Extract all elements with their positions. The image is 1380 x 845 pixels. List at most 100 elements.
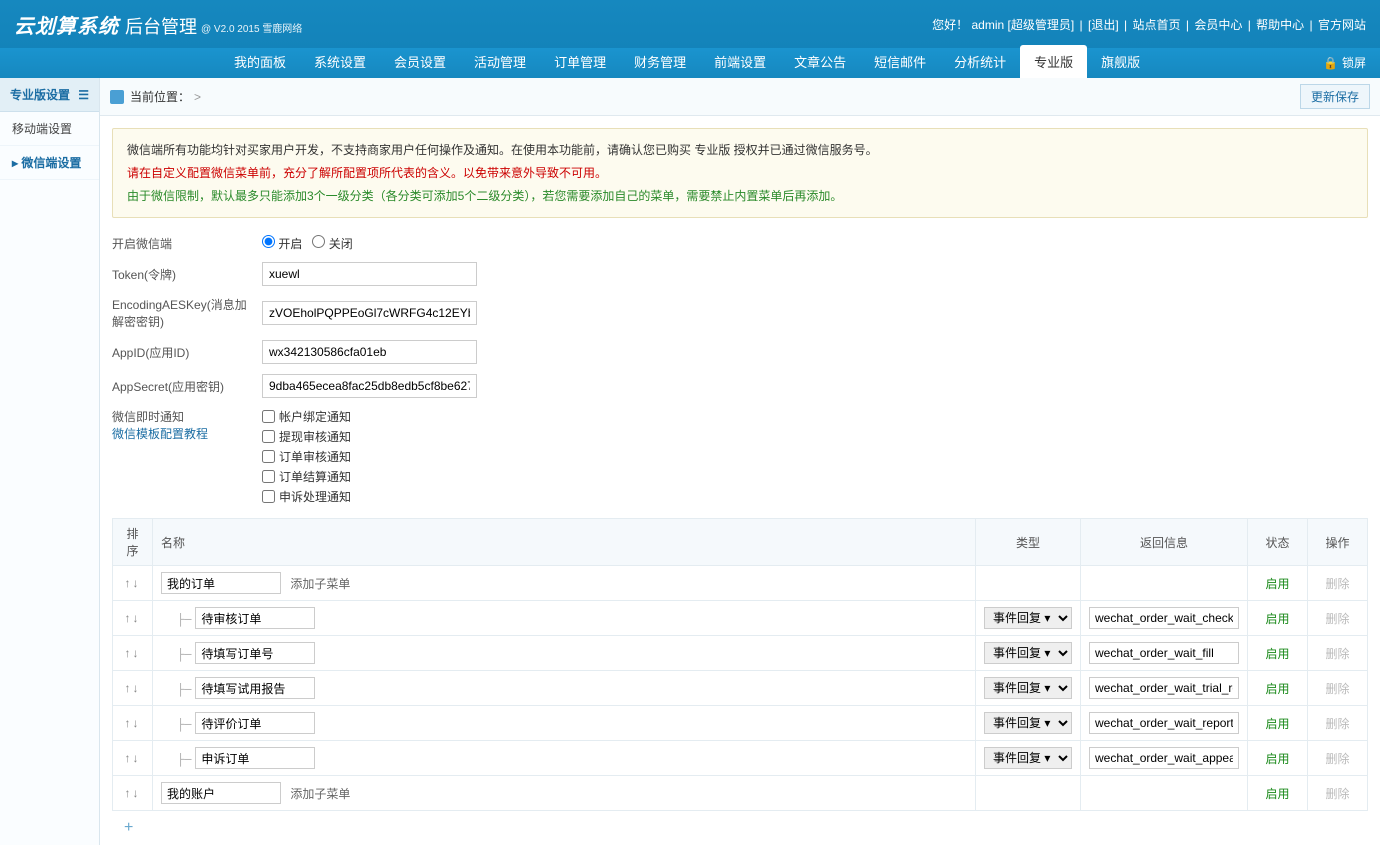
sort-handle[interactable]: ↑↓ <box>125 681 141 695</box>
nav-tab[interactable]: 文章公告 <box>780 45 860 78</box>
nav-tab[interactable]: 专业版 <box>1020 45 1087 78</box>
type-select[interactable]: 事件回复 ▾ <box>984 642 1072 664</box>
delete-button[interactable]: 删除 <box>1325 752 1349 766</box>
delete-button[interactable]: 删除 <box>1325 717 1349 731</box>
return-input[interactable] <box>1089 712 1239 734</box>
notify-checkbox[interactable]: 帐户绑定通知 <box>262 408 351 425</box>
status-toggle[interactable]: 启用 <box>1265 682 1289 696</box>
status-toggle[interactable]: 启用 <box>1265 577 1289 591</box>
type-select[interactable]: 事件回复 ▾ <box>984 677 1072 699</box>
nav-tab[interactable]: 旗舰版 <box>1087 45 1154 78</box>
nav-tab[interactable]: 系统设置 <box>300 45 380 78</box>
lock-screen-button[interactable]: 🔒 锁屏 <box>1309 47 1380 78</box>
status-toggle[interactable]: 启用 <box>1265 717 1289 731</box>
add-submenu-link[interactable]: 添加子菜单 <box>290 787 350 801</box>
enable-off-radio[interactable]: 关闭 <box>312 235 352 252</box>
logout-link[interactable]: [退出] <box>1088 18 1119 32</box>
return-input[interactable] <box>1089 677 1239 699</box>
delete-button[interactable]: 删除 <box>1325 612 1349 626</box>
appsecret-label: AppSecret(应用密钥) <box>112 378 262 395</box>
appid-label: AppID(应用ID) <box>112 344 262 361</box>
tree-branch-icon: ├─ <box>177 683 191 697</box>
add-menu-button[interactable]: + <box>124 819 133 836</box>
return-input[interactable] <box>1089 642 1239 664</box>
menu-name-input[interactable] <box>195 642 315 664</box>
menu-name-input[interactable] <box>195 712 315 734</box>
nav-tab[interactable]: 前端设置 <box>700 45 780 78</box>
sidebar: 专业版设置 ☰ 移动端设置微信端设置 <box>0 78 100 845</box>
return-input[interactable] <box>1089 747 1239 769</box>
status-toggle[interactable]: 启用 <box>1265 752 1289 766</box>
notify-checkbox[interactable]: 订单审核通知 <box>262 448 351 465</box>
add-submenu-link[interactable]: 添加子菜单 <box>290 577 350 591</box>
header-link-official[interactable]: 官方网站 <box>1318 18 1366 32</box>
type-select[interactable]: 事件回复 ▾ <box>984 712 1072 734</box>
aes-input[interactable] <box>262 301 477 325</box>
menu-name-input[interactable] <box>195 607 315 629</box>
appid-input[interactable] <box>262 340 477 364</box>
nav-tab[interactable]: 分析统计 <box>940 45 1020 78</box>
type-select[interactable]: 事件回复 ▾ <box>984 747 1072 769</box>
token-input[interactable] <box>262 262 477 286</box>
status-toggle[interactable]: 启用 <box>1265 787 1289 801</box>
table-row: ↑↓ ├─ 事件回复 ▾ 启用 删除 <box>113 671 1368 706</box>
notify-label: 微信即时通知 微信模板配置教程 <box>112 408 262 442</box>
notify-checkbox[interactable]: 提现审核通知 <box>262 428 351 445</box>
delete-button[interactable]: 删除 <box>1325 577 1349 591</box>
nav-tab[interactable]: 财务管理 <box>620 45 700 78</box>
user-link[interactable]: admin <box>972 18 1005 32</box>
table-header: 类型 <box>976 519 1081 566</box>
crumb-sep: > <box>194 90 201 104</box>
logo: 云划算系统 后台管理 @ V2.0 2015 雪鹿网络 <box>14 10 302 39</box>
sort-handle[interactable]: ↑↓ <box>125 716 141 730</box>
sort-handle[interactable]: ↑↓ <box>125 611 141 625</box>
sidebar-item[interactable]: 微信端设置 <box>0 146 99 180</box>
delete-button[interactable]: 删除 <box>1325 682 1349 696</box>
notice-line-2: 请在自定义配置微信菜单前，充分了解所配置项所代表的含义。以免带来意外导致不可用。 <box>127 162 1353 185</box>
breadcrumb: 当前位置： > 更新保存 <box>100 78 1380 116</box>
notify-guide-link[interactable]: 微信模板配置教程 <box>112 425 252 442</box>
menu-name-input[interactable] <box>161 782 281 804</box>
nav-tab[interactable]: 我的面板 <box>220 45 300 78</box>
nav-tab[interactable]: 订单管理 <box>540 45 620 78</box>
sort-handle[interactable]: ↑↓ <box>125 751 141 765</box>
tree-branch-icon: ├─ <box>177 718 191 732</box>
menu-name-input[interactable] <box>195 747 315 769</box>
nav-tab[interactable]: 活动管理 <box>460 45 540 78</box>
collapse-icon[interactable]: ☰ <box>78 88 89 102</box>
nav-tab[interactable]: 短信邮件 <box>860 45 940 78</box>
table-header: 排序 <box>113 519 153 566</box>
notify-checkbox[interactable]: 申诉处理通知 <box>262 488 351 505</box>
appsecret-input[interactable] <box>262 374 477 398</box>
status-toggle[interactable]: 启用 <box>1265 612 1289 626</box>
header-link-home[interactable]: 站点首页 <box>1133 18 1181 32</box>
enable-on-radio[interactable]: 开启 <box>262 235 302 252</box>
notify-checkbox[interactable]: 订单结算通知 <box>262 468 351 485</box>
crumb-label: 当前位置： <box>130 88 190 105</box>
delete-button[interactable]: 删除 <box>1325 647 1349 661</box>
home-icon[interactable] <box>110 90 124 104</box>
status-toggle[interactable]: 启用 <box>1265 647 1289 661</box>
menu-name-input[interactable] <box>195 677 315 699</box>
table-row: ↑↓ ├─ 事件回复 ▾ 启用 删除 <box>113 706 1368 741</box>
table-header: 名称 <box>153 519 976 566</box>
lock-icon: 🔒 <box>1323 56 1338 70</box>
sort-handle[interactable]: ↑↓ <box>125 576 141 590</box>
sidebar-item[interactable]: 移动端设置 <box>0 112 99 146</box>
greeting: 您好！ <box>932 18 968 32</box>
sidebar-title: 专业版设置 ☰ <box>0 78 99 112</box>
enable-label: 开启微信端 <box>112 235 262 252</box>
sort-handle[interactable]: ↑↓ <box>125 786 141 800</box>
menu-name-input[interactable] <box>161 572 281 594</box>
table-row: ↑↓ 添加子菜单 启用 删除 <box>113 776 1368 811</box>
logo-main: 云划算系统 <box>14 10 119 39</box>
nav-tab[interactable]: 会员设置 <box>380 45 460 78</box>
delete-button[interactable]: 删除 <box>1325 787 1349 801</box>
save-button[interactable]: 更新保存 <box>1300 84 1370 109</box>
return-input[interactable] <box>1089 607 1239 629</box>
header-link-help[interactable]: 帮助中心 <box>1256 18 1304 32</box>
header-link-member[interactable]: 会员中心 <box>1194 18 1242 32</box>
sort-handle[interactable]: ↑↓ <box>125 646 141 660</box>
type-select[interactable]: 事件回复 ▾ <box>984 607 1072 629</box>
header-userbar: 您好！ admin [超级管理员] | [退出] | 站点首页 | 会员中心 |… <box>932 16 1366 33</box>
